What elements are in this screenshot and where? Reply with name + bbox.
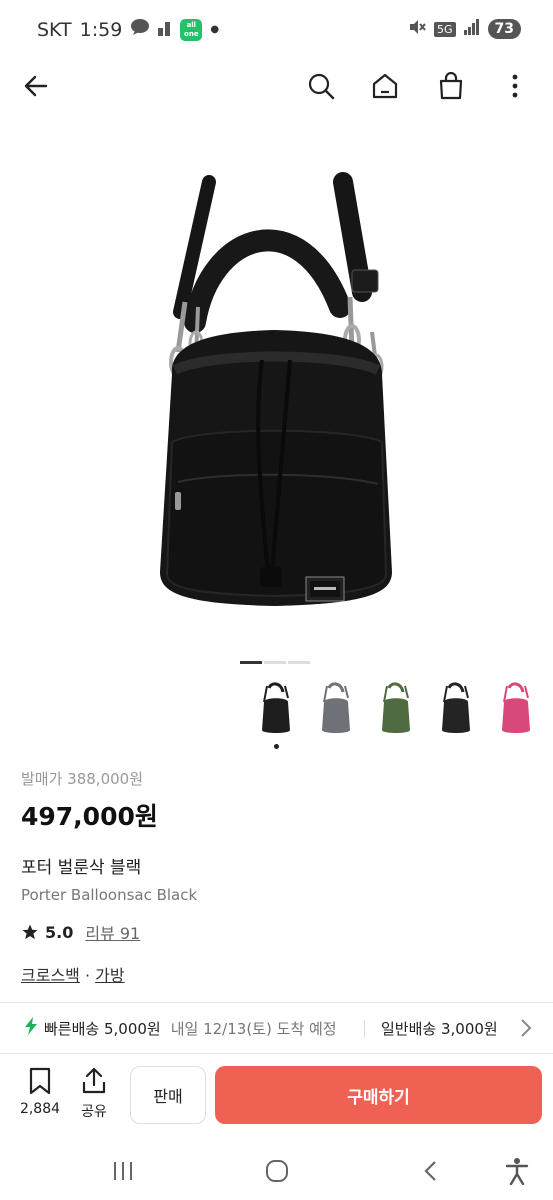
mute-icon xyxy=(408,18,426,40)
notification-dot-icon: ● xyxy=(210,24,220,35)
battery-indicator: 73 xyxy=(487,19,521,39)
recent-apps-icon xyxy=(114,1162,132,1180)
more-button[interactable] xyxy=(499,70,531,102)
share-button[interactable]: 공유 xyxy=(72,1067,116,1121)
variant-thumbnail-black-quilted[interactable] xyxy=(435,682,477,742)
product-info: 발매가 388,000원 497,000원 포터 벌룬삭 블랙 Porter B… xyxy=(21,768,533,986)
signal-icon xyxy=(463,19,480,39)
product-name-ko: 포터 벌룬삭 블랙 xyxy=(21,858,142,878)
mini-bag-icon xyxy=(382,682,410,733)
share-icon xyxy=(82,1067,106,1094)
lightning-icon xyxy=(24,1016,38,1040)
talk-bubble-icon xyxy=(130,18,150,41)
accessibility-icon xyxy=(505,1158,529,1185)
mini-bag-icon xyxy=(322,682,350,733)
release-price: 발매가 388,000원 xyxy=(21,770,143,788)
variant-thumbnail-olive[interactable] xyxy=(375,682,417,742)
top-navigation xyxy=(0,60,553,112)
back-button[interactable] xyxy=(20,70,52,102)
shipping-separator xyxy=(364,1020,365,1038)
system-back-button[interactable] xyxy=(416,1156,446,1186)
category-breadcrumb: 크로스백 · 가방 xyxy=(21,962,533,986)
bookmark-icon xyxy=(29,1067,51,1095)
status-left: SKT 1:59 all one ● xyxy=(37,18,219,41)
category-bag-link[interactable]: 가방 xyxy=(95,966,124,985)
bookmark-button[interactable]: 2,884 xyxy=(18,1067,62,1117)
color-variant-thumbnails xyxy=(255,682,537,742)
bucket-bag-image xyxy=(160,172,392,606)
fast-shipping-eta: 내일 12/13(토) 도착 예정 xyxy=(170,1019,337,1038)
share-label: 공유 xyxy=(81,1104,107,1120)
bookmark-count: 2,884 xyxy=(19,1101,61,1117)
carrier-label: SKT xyxy=(37,18,72,41)
home-button[interactable] xyxy=(369,70,401,102)
sell-button[interactable]: 판매 xyxy=(130,1066,206,1124)
variant-thumbnail-black[interactable] xyxy=(255,682,297,742)
purchase-action-bar: 2,884 공유 판매 구매하기 xyxy=(0,1055,553,1137)
clock: 1:59 xyxy=(79,18,123,41)
product-name-en: Porter Balloonsac Black xyxy=(21,886,198,904)
network-type-label: 5G xyxy=(433,21,456,37)
bars-icon xyxy=(158,19,172,41)
chevron-right-icon[interactable] xyxy=(519,1017,533,1043)
pager-indicator-active xyxy=(240,661,262,664)
search-icon xyxy=(308,73,335,100)
allone-app-icon: all one xyxy=(180,18,203,41)
rating-score: 5.0 xyxy=(45,922,74,942)
search-button[interactable] xyxy=(305,70,337,102)
cart-button[interactable] xyxy=(435,70,467,102)
buy-button[interactable]: 구매하기 xyxy=(215,1066,542,1124)
product-image[interactable] xyxy=(0,112,553,652)
back-arrow-icon xyxy=(24,75,48,97)
category-separator: · xyxy=(79,966,96,985)
category-crossbag-link[interactable]: 크로스백 xyxy=(21,966,80,985)
current-price: 497,000원 xyxy=(21,802,158,831)
fast-shipping-label: 빠른배송 5,000원 xyxy=(44,1019,161,1038)
pager-indicator xyxy=(288,661,310,664)
fast-shipping[interactable]: 빠른배송 5,000원 내일 12/13(토) 도착 예정 xyxy=(24,1016,337,1040)
shipping-options[interactable]: 빠른배송 5,000원 내일 12/13(토) 도착 예정 일반배송 3,000… xyxy=(0,1003,553,1053)
shopping-bag-icon xyxy=(439,72,463,100)
home-circle-icon xyxy=(266,1160,288,1182)
normal-shipping-label[interactable]: 일반배송 3,000원 xyxy=(381,1018,498,1039)
status-bar: SKT 1:59 all one ● 5G 73 xyxy=(0,0,553,60)
home-system-button[interactable] xyxy=(262,1156,292,1186)
star-icon xyxy=(22,924,38,940)
mini-bag-icon xyxy=(262,682,290,733)
recent-apps-button[interactable] xyxy=(108,1156,138,1186)
more-vertical-icon xyxy=(512,74,518,98)
pager-indicator xyxy=(264,661,286,664)
mini-bag-icon xyxy=(442,682,470,733)
image-pager xyxy=(240,661,310,664)
home-icon xyxy=(372,73,398,99)
rating-row: 5.0 리뷰 91 xyxy=(21,920,533,944)
back-chevron-icon xyxy=(424,1161,436,1181)
variant-thumbnail-gray[interactable] xyxy=(315,682,357,742)
system-navigation-bar xyxy=(0,1140,553,1200)
reviews-link[interactable]: 리뷰 91 xyxy=(85,920,140,944)
divider xyxy=(0,1053,553,1054)
mini-bag-icon xyxy=(502,682,530,733)
accessibility-button[interactable] xyxy=(502,1156,532,1186)
status-right: 5G 73 xyxy=(408,18,521,40)
variant-thumbnail-pink[interactable] xyxy=(495,682,537,742)
selected-variant-dot xyxy=(274,744,279,749)
